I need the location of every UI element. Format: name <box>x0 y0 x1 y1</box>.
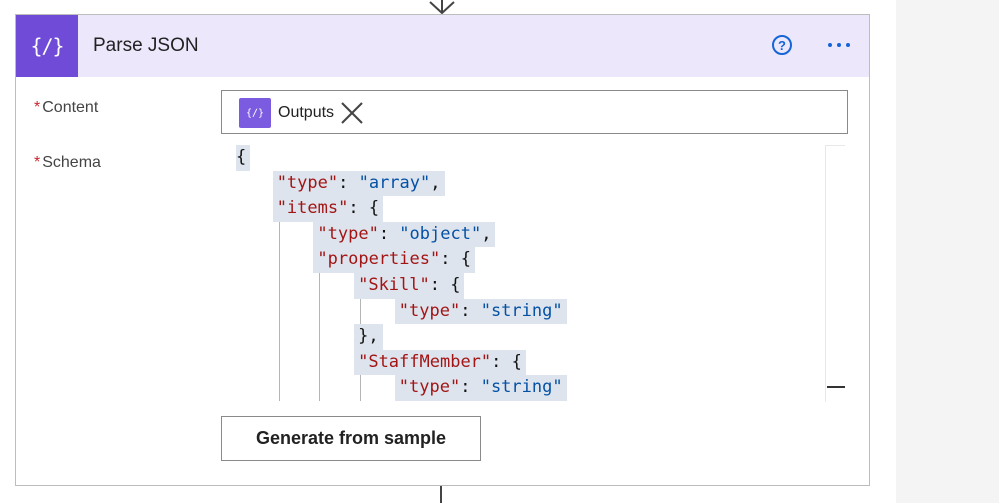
content-label: * Content <box>34 99 98 117</box>
code-line-content: "type": "object", <box>313 221 496 248</box>
code-line[interactable]: "items": { <box>236 196 828 222</box>
json-punctuation: { <box>236 147 247 167</box>
indent-guide <box>360 375 362 401</box>
indent-guide <box>319 298 321 325</box>
action-title[interactable]: Parse JSON <box>93 35 199 57</box>
ellipsis-icon[interactable] <box>822 33 856 57</box>
json-punctuation: : { <box>440 249 471 270</box>
indent-guide <box>278 272 280 299</box>
required-marker: * <box>34 99 41 116</box>
braces-icon: {∕} <box>30 34 64 58</box>
outputs-token-label: Outputs <box>278 104 335 121</box>
json-key: "Skill" <box>358 274 430 295</box>
braces-icon: {∕} <box>239 98 271 128</box>
outputs-token[interactable]: {∕} Outputs <box>239 98 364 128</box>
code-line[interactable]: "StaffMember": { <box>236 349 828 376</box>
required-marker: * <box>34 154 41 171</box>
help-circle-icon[interactable]: ? <box>772 35 792 55</box>
flow-connector-line <box>440 486 442 503</box>
canvas-background-right <box>896 0 999 503</box>
code-line-content: "type": "string" <box>394 375 567 401</box>
code-line-content: "type": "string" <box>394 298 567 325</box>
generate-from-sample-button[interactable]: Generate from sample <box>221 416 481 461</box>
json-string: "string" <box>480 300 563 321</box>
code-line-content: "type": "array", <box>272 170 445 197</box>
indent-guide <box>278 247 280 273</box>
indent-guide <box>278 324 280 350</box>
json-key: "type" <box>398 300 461 321</box>
indent-guide <box>319 349 321 376</box>
json-key: "properties" <box>317 249 441 270</box>
code-line[interactable]: "type": "array", <box>236 170 828 197</box>
indent-guide <box>278 221 280 248</box>
code-line-content: "Skill": { <box>354 272 465 299</box>
json-punctuation: : <box>460 300 481 321</box>
indent-guide <box>319 272 321 299</box>
code-line-content: }, <box>354 324 383 350</box>
code-line-content: "StaffMember": { <box>354 349 526 376</box>
json-punctuation: }, <box>358 326 379 347</box>
scrollbar-thumb[interactable] <box>827 386 845 388</box>
json-punctuation: , <box>430 172 441 193</box>
indent-guide <box>278 375 280 401</box>
code-line[interactable]: "type": "object", <box>236 221 828 248</box>
schema-editor-scrollbar[interactable] <box>825 145 845 402</box>
json-string: "array" <box>358 172 431 193</box>
json-punctuation: : <box>460 377 481 398</box>
json-key: "type" <box>317 223 379 244</box>
code-line[interactable]: "properties": { <box>236 247 828 273</box>
json-punctuation: : { <box>429 274 461 295</box>
json-key: "type" <box>398 377 461 398</box>
indent-guide <box>360 298 362 325</box>
action-icon-box: {∕} <box>16 15 78 77</box>
json-string: "object" <box>399 223 482 244</box>
schema-label: * Schema <box>34 154 101 172</box>
json-punctuation: : { <box>491 351 522 372</box>
json-punctuation: : <box>378 223 400 244</box>
content-input[interactable]: {∕} Outputs <box>221 90 848 134</box>
indent-guide <box>278 349 280 376</box>
indent-guide <box>278 298 280 325</box>
code-line-content: { <box>236 145 251 171</box>
code-line[interactable]: "Skill": { <box>236 272 828 299</box>
code-line[interactable]: { <box>236 145 828 171</box>
json-punctuation: : { <box>348 198 380 219</box>
content-label-text: Content <box>42 99 99 116</box>
code-line-content: "items": { <box>272 196 384 222</box>
schema-code-editor[interactable]: {"type": "array", "items": {"type": "obje… <box>236 145 828 401</box>
code-line[interactable]: "type": "string" <box>236 375 828 401</box>
close-icon[interactable] <box>340 101 364 125</box>
parse-json-action-card: {∕} Parse JSON ? * Content {∕} Outputs * S… <box>15 14 870 486</box>
json-punctuation: , <box>481 223 492 244</box>
indent-guide <box>319 375 321 401</box>
action-header[interactable]: {∕} Parse JSON ? <box>16 15 869 77</box>
schema-label-text: Schema <box>42 154 101 171</box>
code-line[interactable]: }, <box>236 324 828 350</box>
json-string: "string" <box>480 377 563 398</box>
json-key: "type" <box>276 172 339 193</box>
json-key: "items" <box>276 198 349 219</box>
json-punctuation: : <box>338 172 359 193</box>
code-line-content: "properties": { <box>313 247 475 273</box>
json-key: "StaffMember" <box>358 351 492 372</box>
indent-guide <box>319 324 321 350</box>
code-line[interactable]: "type": "string" <box>236 298 828 325</box>
